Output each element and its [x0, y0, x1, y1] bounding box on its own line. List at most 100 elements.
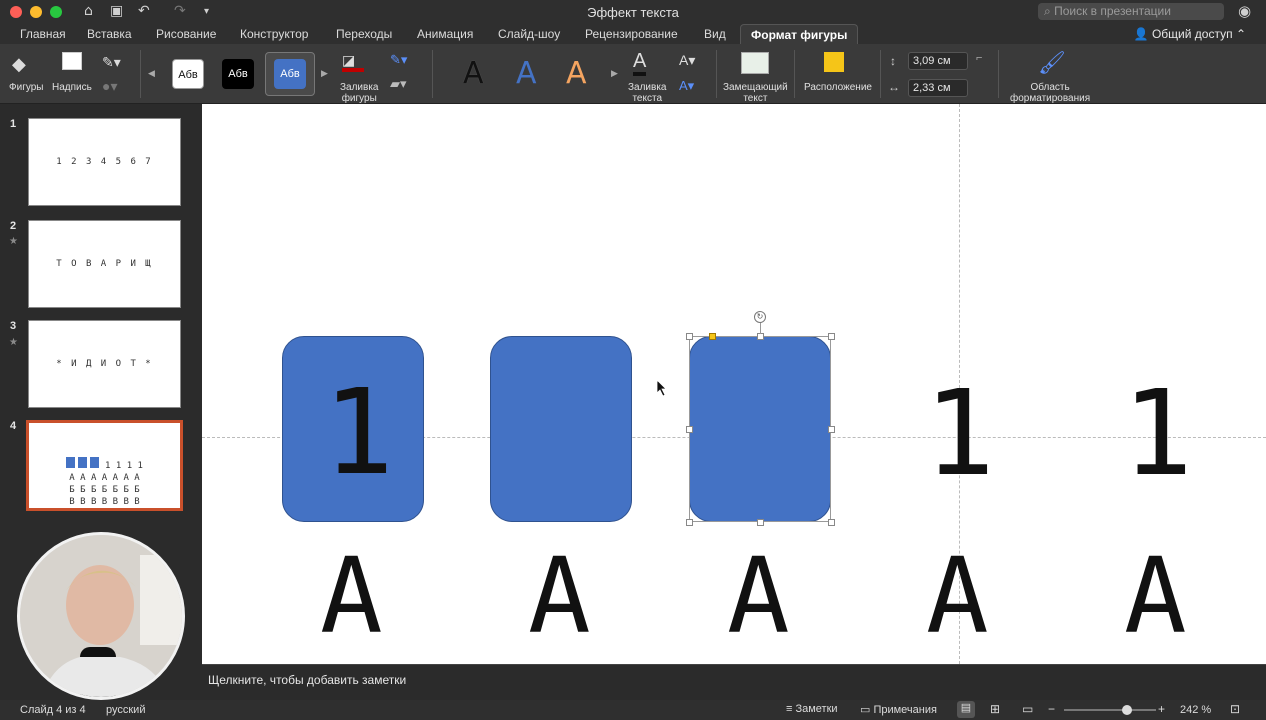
arrange-button[interactable]: Расположение: [804, 82, 872, 93]
slideshow-icon[interactable]: ▭: [1022, 702, 1033, 716]
thumb-text: А А А А А А А: [69, 473, 140, 483]
tab-animations[interactable]: Анимация: [417, 27, 473, 41]
shape-fill-button[interactable]: Заливка фигуры: [340, 82, 379, 104]
tab-review[interactable]: Рецензирование: [585, 27, 678, 41]
ribbon: ◆ Фигуры Надпись ✎▾ ●▾ ◀ Абв Абв Абв ▶ ◪…: [0, 44, 1266, 104]
zoom-level[interactable]: 242 %: [1180, 704, 1211, 716]
resize-handle[interactable]: [686, 519, 693, 526]
width-field[interactable]: 2,33 см: [908, 79, 968, 97]
shape-outline-icon[interactable]: ✎▾: [390, 52, 407, 68]
resize-handle[interactable]: [686, 426, 693, 433]
shape-text: 1: [323, 363, 395, 501]
wordart-orange[interactable]: A: [566, 56, 587, 91]
zoom-in-icon[interactable]: +: [1158, 702, 1165, 716]
alt-text-icon[interactable]: [741, 52, 769, 74]
shapes-button[interactable]: Фигуры: [9, 82, 43, 93]
slide-thumb-3[interactable]: * И Д И О Т *: [28, 320, 181, 408]
shape-effects-icon[interactable]: ▰▾: [390, 76, 407, 92]
tab-shape-format[interactable]: Формат фигуры: [740, 24, 859, 44]
thumb-text: Б Б Б Б Б Б Б: [69, 485, 140, 495]
notes-toggle[interactable]: ≡ Заметки: [786, 703, 838, 715]
resize-handle[interactable]: [757, 519, 764, 526]
tab-insert[interactable]: Вставка: [87, 27, 132, 41]
style-blue[interactable]: Абв: [274, 59, 306, 89]
textbox-button[interactable]: Надпись: [52, 82, 92, 93]
slide-canvas[interactable]: 1 ↻ 1 1 А А А А А: [202, 104, 1266, 664]
zoom-slider[interactable]: [1064, 709, 1156, 711]
lock-aspect-icon[interactable]: ⌐: [976, 52, 982, 64]
slide-number: 3: [10, 320, 17, 332]
thumb-shape: [66, 457, 76, 468]
slide-thumb-1[interactable]: 1 2 3 4 5 6 7: [28, 118, 181, 206]
comments-label: Примечания: [873, 704, 937, 716]
letter-a-5[interactable]: А: [1124, 544, 1187, 648]
share-button[interactable]: 👤 Общий доступ ⌃: [1134, 27, 1246, 41]
tab-draw[interactable]: Рисование: [156, 27, 216, 41]
textbox-icon[interactable]: [62, 52, 82, 70]
comments-toggle[interactable]: ▭ Примечания: [860, 703, 937, 716]
text-one-4[interactable]: 1: [924, 374, 995, 492]
style-black[interactable]: Абв: [222, 59, 254, 89]
thumb-text: В В В В В В В: [69, 497, 140, 507]
zoom-out-icon[interactable]: −: [1048, 702, 1055, 716]
account-icon[interactable]: ◉: [1238, 2, 1251, 20]
paint-bucket-icon[interactable]: ◪: [342, 52, 364, 72]
text-fill-button[interactable]: Заливка текста: [628, 82, 667, 104]
rotate-handle-icon[interactable]: ↻: [754, 311, 766, 323]
edit-shape-icon[interactable]: ✎▾: [102, 54, 121, 71]
merge-shapes-icon[interactable]: ●▾: [102, 78, 117, 95]
notes-pane[interactable]: Щелкните, чтобы добавить заметки: [202, 664, 1266, 700]
text-outline-icon[interactable]: A▾: [679, 52, 695, 69]
comment-icon: ▭: [860, 704, 874, 716]
wordart-blue[interactable]: A: [516, 56, 537, 91]
letter-a-2[interactable]: А: [528, 544, 591, 648]
shapes-icon[interactable]: ◆: [12, 54, 26, 75]
language-indicator[interactable]: русский: [106, 704, 145, 716]
slide-thumb-4[interactable]: 1 1 1 1 А А А А А А А Б Б Б Б Б Б Б В В …: [26, 420, 183, 511]
alt-text-button[interactable]: Замещающий текст: [723, 82, 788, 104]
text-fill-icon[interactable]: A: [633, 50, 647, 76]
text-effects-icon[interactable]: A▾: [679, 78, 694, 94]
mouse-cursor-icon: [657, 380, 667, 396]
tab-home[interactable]: Главная: [20, 27, 66, 41]
search-input[interactable]: ⌕ Поиск в презентации: [1038, 3, 1224, 20]
rounded-rectangle-1[interactable]: 1: [282, 336, 424, 522]
resize-handle[interactable]: [757, 333, 764, 340]
styles-scroll-right-icon[interactable]: ▶: [321, 68, 328, 79]
normal-view-icon[interactable]: ▤: [957, 701, 975, 718]
tab-view[interactable]: Вид: [704, 27, 726, 41]
arrange-icon[interactable]: [824, 52, 844, 72]
zoom-slider-thumb[interactable]: [1122, 705, 1132, 715]
letter-a-4[interactable]: А: [926, 544, 989, 648]
paintbrush-icon[interactable]: 🖌: [1038, 50, 1066, 76]
height-field[interactable]: 3,09 см: [908, 52, 968, 70]
height-value: 3,09 см: [913, 55, 951, 67]
resize-handle[interactable]: [828, 426, 835, 433]
wordart-black[interactable]: A: [463, 56, 484, 91]
share-label: Общий доступ: [1151, 27, 1233, 41]
resize-handle[interactable]: [828, 333, 835, 340]
rounded-rectangle-2[interactable]: [490, 336, 632, 522]
text-one-5[interactable]: 1: [1122, 374, 1193, 492]
notes-label: Заметки: [795, 703, 838, 715]
resize-handle[interactable]: [686, 333, 693, 340]
format-pane-button[interactable]: Область форматирования: [1010, 82, 1090, 104]
letter-a-3[interactable]: А: [727, 544, 790, 648]
corner-adjust-handle[interactable]: [709, 333, 716, 340]
slide-number: 1: [10, 118, 17, 130]
tab-transitions[interactable]: Переходы: [336, 27, 392, 41]
webcam-image: [20, 535, 182, 697]
thumb-shape: [90, 457, 100, 468]
letter-a-1[interactable]: А: [320, 544, 383, 648]
slide-sorter-icon[interactable]: ⊞: [990, 702, 1000, 716]
slide-thumb-2[interactable]: Т О В А Р И Щ: [28, 220, 181, 308]
tab-slideshow[interactable]: Слайд-шоу: [498, 27, 560, 41]
animation-star-icon: ★: [9, 337, 18, 348]
style-white[interactable]: Абв: [172, 59, 204, 89]
styles-scroll-left-icon[interactable]: ◀: [148, 68, 155, 79]
wordart-scroll-right-icon[interactable]: ▶: [611, 68, 618, 79]
tab-design[interactable]: Конструктор: [240, 27, 308, 41]
resize-handle[interactable]: [828, 519, 835, 526]
fit-to-window-icon[interactable]: ⊡: [1230, 702, 1240, 716]
height-icon: ↕: [890, 54, 896, 68]
